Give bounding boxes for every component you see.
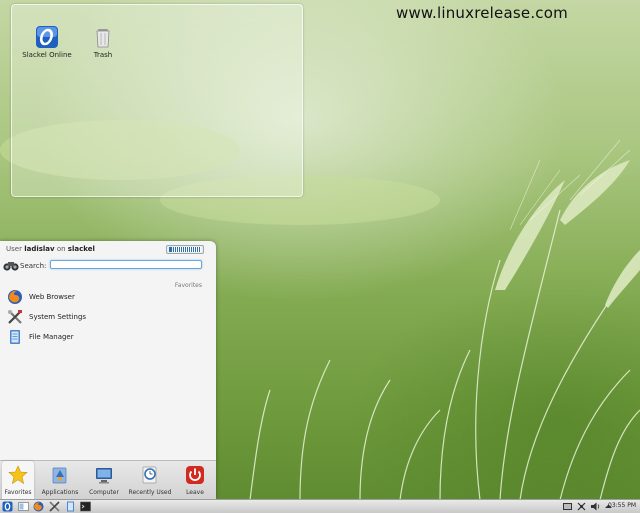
firefox-launcher-icon[interactable] [33,501,44,512]
slackel-online-icon [35,25,59,49]
clock[interactable]: 03:55 PM [608,502,636,509]
desktop-icon-slackel-online[interactable]: Slackel Online [22,25,72,59]
kickoff-launcher-icon[interactable] [2,501,13,512]
desktop-folder-view[interactable]: Slackel Online Trash [11,4,303,197]
recently-used-icon [142,466,157,484]
tab-label: Favorites [4,489,32,496]
desktop-icon-label: Trash [93,51,113,59]
system-settings-launcher-icon[interactable] [49,501,60,512]
search-label: Search: [20,262,47,270]
host-name: slackel [67,245,95,253]
favorite-label: File Manager [29,333,74,341]
firefox-icon [8,290,22,304]
network-icon[interactable] [576,501,587,512]
tab-favorites[interactable]: Favorites [2,461,34,499]
taskbar-panel: 03:55 PM [0,499,640,513]
user-prefix: User [6,245,22,253]
watermark-text: www.linuxrelease.com [396,4,568,22]
desktop-pager-icon[interactable] [18,501,29,512]
tray-window-icon[interactable] [562,501,573,512]
search-row: Search: [2,259,206,273]
kickoff-menu: User ladislav on slackel Search: Favorit… [0,241,216,499]
favorite-file-manager[interactable]: File Manager [7,328,207,346]
search-input[interactable] [50,260,202,269]
tab-label: Computer [89,489,119,496]
system-settings-icon [8,310,22,324]
file-manager-launcher-icon[interactable] [65,501,76,512]
applications-icon [52,467,67,484]
on-text: on [56,245,66,253]
tab-label: Recently Used [128,489,172,496]
tab-label: Applications [41,489,79,496]
desktop-icon-label: Slackel Online [22,51,72,59]
tab-label: Leave [186,489,204,496]
tab-computer[interactable]: Computer [86,461,122,499]
volume-icon[interactable] [590,501,601,512]
favorite-web-browser[interactable]: Web Browser [7,288,207,306]
kickoff-tab-bar: Favorites Applications Computer Recently… [0,460,216,499]
favorite-system-settings[interactable]: System Settings [7,308,207,326]
binoculars-icon [3,262,19,271]
terminal-launcher-icon[interactable] [80,501,91,512]
computer-icon [96,468,112,484]
power-icon [186,466,204,484]
tab-applications[interactable]: Applications [40,461,80,499]
favorite-label: Web Browser [29,293,75,301]
tab-leave[interactable]: Leave [178,461,212,499]
star-icon [8,465,28,485]
desktop-icon-trash[interactable]: Trash [78,25,128,59]
favorite-label: System Settings [29,313,87,321]
user-info: User ladislav on slackel [6,245,95,253]
file-manager-icon [10,330,20,344]
trash-icon [91,25,115,49]
user-name: ladislav [24,245,55,253]
tab-recently-used[interactable]: Recently Used [128,461,172,499]
kde-logo-icon [166,245,204,254]
